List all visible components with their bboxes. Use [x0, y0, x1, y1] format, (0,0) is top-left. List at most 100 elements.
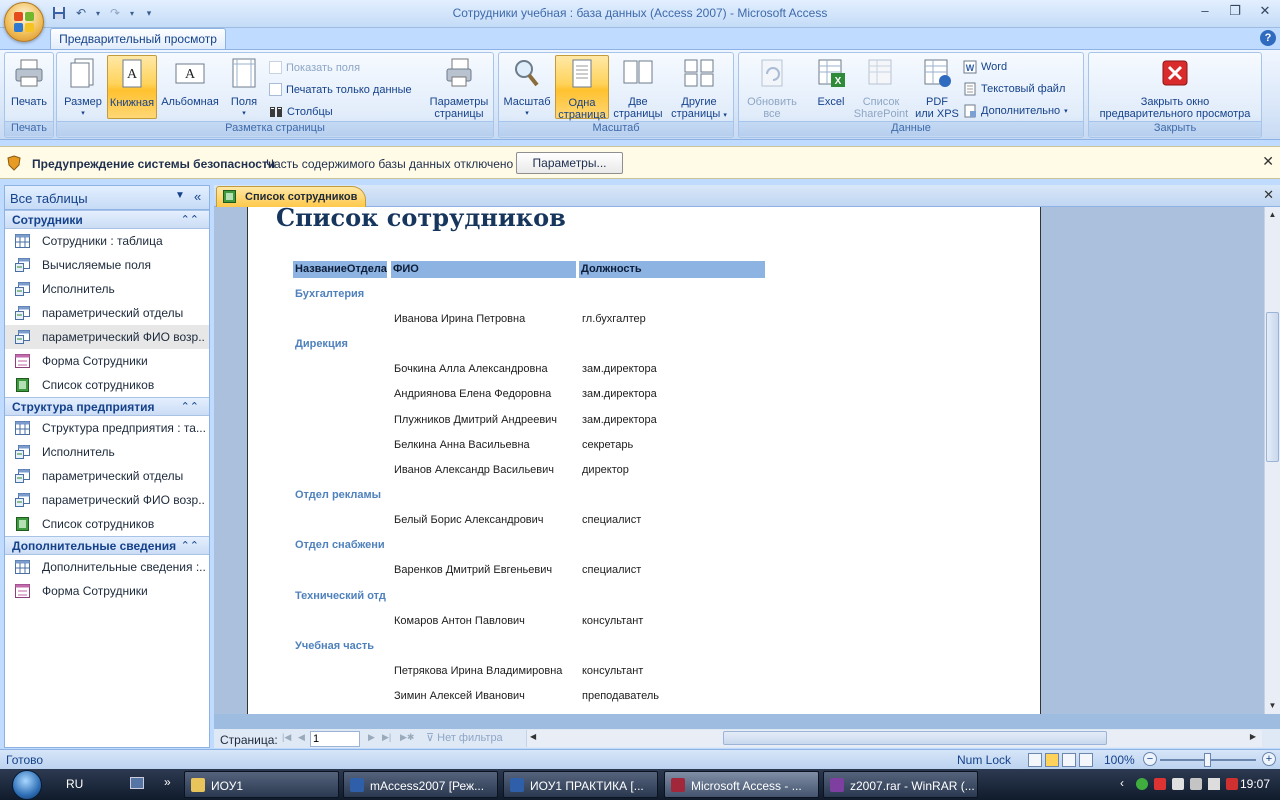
collapse-pane-icon[interactable]: «: [194, 189, 201, 204]
zoom-slider-thumb[interactable]: [1204, 753, 1211, 767]
nav-item[interactable]: Форма Сотрудники: [5, 349, 209, 373]
portrait-button[interactable]: A Книжная: [107, 55, 157, 119]
size-button[interactable]: Размер ▾: [61, 57, 105, 119]
nav-item[interactable]: параметрический ФИО возр...: [5, 488, 209, 512]
nav-item[interactable]: Дополнительные сведения :...: [5, 555, 209, 579]
landscape-button[interactable]: A Альбомная: [159, 57, 221, 119]
report-view-icon[interactable]: [1045, 753, 1059, 767]
taskbar-button[interactable]: z2007.rar - WinRAR (...: [823, 771, 978, 798]
scroll-right-icon[interactable]: ▶: [1250, 732, 1256, 741]
prev-page-icon[interactable]: ◀: [298, 732, 305, 743]
scroll-up-icon[interactable]: ▲: [1265, 207, 1280, 223]
nav-item[interactable]: Список сотрудников: [5, 373, 209, 397]
nav-header[interactable]: Все таблицы ▼ «: [5, 186, 209, 210]
show-margins-checkbox[interactable]: Показать поля: [269, 61, 360, 74]
nav-item[interactable]: Список сотрудников: [5, 512, 209, 536]
print-preview-view-icon[interactable]: [1028, 753, 1042, 767]
security-options-button[interactable]: Параметры...: [516, 152, 623, 174]
group-data-label: Данные: [739, 121, 1083, 136]
tab-print-preview[interactable]: Предварительный просмотр: [50, 28, 226, 50]
scroll-left-icon[interactable]: ◀: [530, 732, 536, 741]
page-number-input[interactable]: 1: [310, 731, 360, 747]
refresh-all-button[interactable]: Обновить все: [741, 57, 803, 120]
export-text-file-button[interactable]: Текстовый файл: [963, 82, 1065, 96]
show-desktop-icon[interactable]: [130, 777, 144, 789]
access-icon: [671, 778, 685, 792]
print-data-only-checkbox[interactable]: Печатать только данные: [269, 83, 412, 96]
report-icon: [223, 190, 236, 203]
taskbar-button[interactable]: ИОУ1: [184, 771, 339, 798]
network-icon[interactable]: [1136, 778, 1148, 790]
help-icon[interactable]: ?: [1260, 30, 1276, 46]
nav-item[interactable]: Сотрудники : таблица: [5, 229, 209, 253]
office-button[interactable]: [4, 2, 44, 42]
nav-item[interactable]: Исполнитель: [5, 277, 209, 301]
page-setup-button[interactable]: Параметры страницы: [425, 57, 493, 120]
close-preview-button[interactable]: Закрыть окно предварительного просмотра: [1091, 57, 1259, 120]
one-page-button[interactable]: Одна страница: [555, 55, 609, 121]
more-pages-button[interactable]: Другие страницы ▾: [667, 57, 731, 120]
new-record-icon[interactable]: ▶✱: [400, 732, 414, 743]
chevron-down-icon[interactable]: ▼: [173, 190, 187, 204]
zoom-in-icon[interactable]: +: [1262, 752, 1276, 766]
taskbar-button[interactable]: ИОУ1 ПРАКТИКА [...: [503, 771, 658, 798]
minimize-button[interactable]: –: [1190, 0, 1220, 22]
export-more-button[interactable]: Дополнительно ▾: [963, 104, 1068, 118]
next-page-icon[interactable]: ▶: [368, 732, 375, 743]
report-employee-name: Иванова Ирина Петровна: [394, 313, 526, 325]
filter-icon: ⊽: [426, 732, 435, 744]
close-icon[interactable]: ✕: [1262, 153, 1274, 170]
horizontal-scrollbar[interactable]: ◀ ▶: [526, 730, 1262, 747]
language-indicator[interactable]: RU: [66, 777, 83, 791]
clock[interactable]: 19:07: [1240, 777, 1270, 791]
device-icon[interactable]: [1190, 778, 1202, 790]
close-window-button[interactable]: ✕: [1250, 0, 1280, 22]
print-button[interactable]: Печать: [7, 57, 51, 117]
zoom-button[interactable]: Масштаб ▾: [501, 57, 553, 119]
collapse-group-icon[interactable]: ⌃⌃: [181, 400, 199, 413]
antivirus-icon[interactable]: [1154, 778, 1166, 790]
export-word-button[interactable]: W Word: [963, 60, 1007, 74]
columns-button[interactable]: Столбцы: [269, 105, 333, 119]
tray-expand-icon[interactable]: ‹: [1120, 776, 1124, 790]
nav-item[interactable]: параметрический ФИО возр...: [5, 325, 209, 349]
nav-group-header[interactable]: Дополнительные сведения ⌃⌃: [5, 536, 209, 555]
first-page-icon[interactable]: |◀: [282, 732, 291, 743]
keyboard-icon[interactable]: [1172, 778, 1184, 790]
sharepoint-list-button[interactable]: Список SharePoint: [853, 57, 909, 120]
nav-item[interactable]: Исполнитель: [5, 440, 209, 464]
pdf-xps-button[interactable]: PDF или XPS: [911, 57, 963, 120]
volume-icon[interactable]: [1208, 778, 1220, 790]
taskbar-expand-icon[interactable]: »: [164, 775, 171, 789]
two-pages-button[interactable]: Две страницы: [611, 57, 665, 120]
nav-item[interactable]: Структура предприятия : та...: [5, 416, 209, 440]
nav-item[interactable]: Вычисляемые поля: [5, 253, 209, 277]
collapse-group-icon[interactable]: ⌃⌃: [181, 539, 199, 552]
collapse-group-icon[interactable]: ⌃⌃: [181, 213, 199, 226]
hscroll-thumb[interactable]: [723, 731, 1107, 745]
nav-item[interactable]: Форма Сотрудники: [5, 579, 209, 603]
layout-view-icon[interactable]: [1062, 753, 1076, 767]
export-excel-button[interactable]: X Excel: [809, 57, 853, 119]
scroll-down-icon[interactable]: ▼: [1265, 698, 1280, 714]
close-document-icon[interactable]: ✕: [1263, 187, 1274, 203]
report-employee-name: Андриянова Елена Федоровна: [394, 388, 552, 401]
tab-report-employee-list[interactable]: Список сотрудников: [216, 186, 366, 207]
last-page-icon[interactable]: ▶|: [382, 732, 391, 743]
filter-status-button[interactable]: ⊽ Нет фильтра: [426, 731, 526, 747]
taskbar-button[interactable]: mAccess2007 [Реж...: [343, 771, 498, 798]
report-employee-position: консультант: [582, 614, 644, 627]
restore-button[interactable]: ❐: [1220, 0, 1250, 22]
taskbar-button[interactable]: Microsoft Access - ...: [664, 771, 819, 798]
nav-group-header[interactable]: Сотрудники ⌃⌃: [5, 210, 209, 229]
start-button[interactable]: [6, 769, 50, 800]
nav-group-header[interactable]: Структура предприятия ⌃⌃: [5, 397, 209, 416]
design-view-icon[interactable]: [1079, 753, 1093, 767]
scroll-thumb[interactable]: [1266, 312, 1279, 462]
margins-button[interactable]: Поля ▾: [223, 57, 265, 119]
nav-item[interactable]: параметрический отделы: [5, 301, 209, 325]
zoom-out-icon[interactable]: −: [1143, 752, 1157, 766]
flag-icon[interactable]: [1226, 778, 1238, 790]
vertical-scrollbar[interactable]: ▲ ▼: [1264, 207, 1280, 714]
nav-item[interactable]: параметрический отделы: [5, 464, 209, 488]
